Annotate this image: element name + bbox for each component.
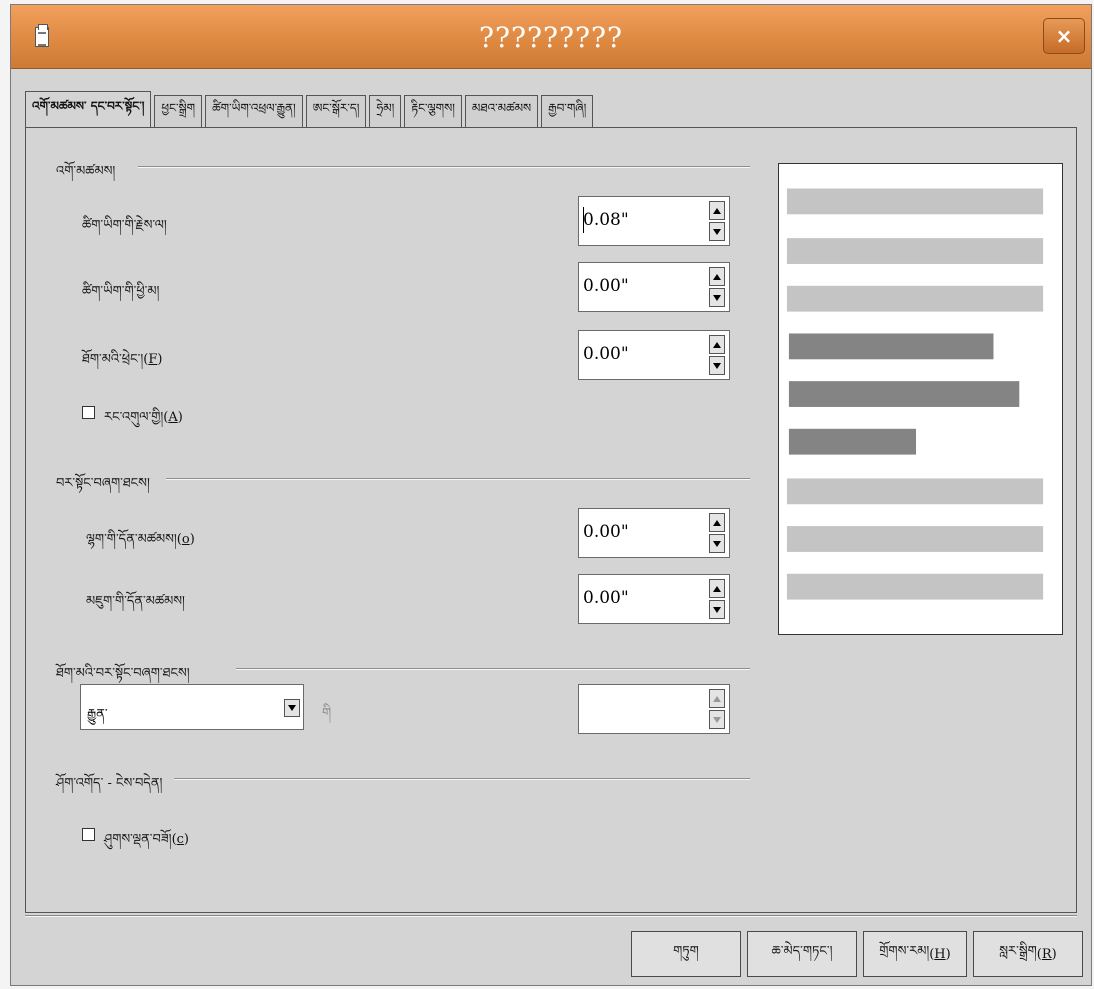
- below-paragraph-label: མཇུག་གི་དོན་མཚམས།: [86, 594, 185, 609]
- reset-button[interactable]: སླར་སྒྲིག(R): [973, 931, 1083, 977]
- tab-numbering[interactable]: ཨང་སྒོར་ད།: [305, 95, 367, 127]
- preview-line: [786, 526, 1044, 552]
- tab-background[interactable]: རྒྱབ་གཞི།: [541, 95, 594, 127]
- below-paragraph-spinner[interactable]: 0.00": [578, 574, 730, 624]
- line-spacing-select[interactable]: རྒྱུན་: [80, 684, 304, 730]
- before-text-value[interactable]: 0.08": [583, 210, 629, 230]
- help-button[interactable]: གྲོགས་རམ།(H): [863, 931, 967, 977]
- above-paragraph-label: ལྷག་གི་དོན་མཚམས།(o): [86, 532, 195, 547]
- of-label: གི: [322, 706, 332, 721]
- after-text-value[interactable]: 0.00": [583, 276, 629, 296]
- window-title: ?????????: [478, 21, 624, 54]
- paragraph-dialog: ????????? × འགོ་མཚམས་ དང་བར་སྟོང་། ཕྱང་ས…: [10, 4, 1092, 986]
- first-line-label: ཐོག་མའི་ཕྲེང་།(F): [82, 352, 163, 367]
- decrement-button[interactable]: [709, 356, 725, 375]
- indent-heading: འགོ་མཚམས།: [56, 164, 116, 179]
- automatic-label: རང་འགུལ་གྱི།(A): [104, 410, 183, 425]
- decrement-button[interactable]: [709, 288, 725, 307]
- close-button[interactable]: ×: [1043, 18, 1085, 54]
- activate-label: ཤུགས་ལྡན་བཟོ།(c): [104, 832, 189, 847]
- preview-line: [786, 285, 1044, 312]
- activate-checkbox[interactable]: [82, 828, 95, 841]
- before-text-label: ཚིག་ཡིག་གི་རྗེས་ལ།: [82, 218, 167, 233]
- decrement-button[interactable]: [709, 534, 725, 553]
- indent-separator: [138, 166, 750, 168]
- first-line-spinner[interactable]: 0.00": [578, 330, 730, 380]
- ok-button[interactable]: གཏུག: [631, 931, 741, 977]
- first-line-value[interactable]: 0.00": [583, 344, 629, 364]
- line-spacing-spinner[interactable]: [578, 684, 730, 734]
- increment-button[interactable]: [709, 335, 725, 354]
- after-text-label: ཚིག་ཡིག་གི་ཕྱི་མ།: [82, 284, 160, 299]
- preview-line: [786, 238, 1044, 264]
- line-spacing-separator: [236, 668, 750, 670]
- tab-drop-caps[interactable]: རྟིང་ལྕགས།: [404, 95, 462, 127]
- above-paragraph-spinner[interactable]: 0.00": [578, 508, 730, 558]
- preview-line-current: [788, 333, 994, 360]
- increment-button[interactable]: [709, 579, 725, 598]
- preview-line: [786, 188, 1044, 215]
- above-paragraph-value[interactable]: 0.00": [583, 522, 629, 542]
- before-text-spinner[interactable]: 0.08": [578, 196, 730, 246]
- preview-line-current: [788, 381, 1020, 407]
- decrement-button[interactable]: [709, 600, 725, 619]
- tab-tabs[interactable]: ཧྲེམ།: [369, 95, 402, 127]
- spacing-heading: བར་སྟོང་བཞག་ཐངས།: [56, 476, 150, 491]
- decrement-button[interactable]: [709, 710, 725, 729]
- below-paragraph-value[interactable]: 0.00": [583, 588, 629, 608]
- after-text-spinner[interactable]: 0.00": [578, 262, 730, 312]
- increment-button[interactable]: [709, 689, 725, 708]
- increment-button[interactable]: [709, 513, 725, 532]
- register-heading: ཤོག་འགོད་ - ངེས་བདེན།: [56, 776, 163, 791]
- line-spacing-selected: རྒྱུན་: [87, 707, 108, 722]
- title-bar[interactable]: ????????? ×: [11, 5, 1091, 69]
- tab-bar: འགོ་མཚམས་ དང་བར་སྟོང་། ཕྱང་སྒྲིག ཚིག་ཡིག…: [25, 91, 596, 127]
- automatic-checkbox[interactable]: [82, 406, 95, 419]
- button-separator: [25, 915, 1077, 917]
- tab-alignment[interactable]: ཕྱང་སྒྲིག: [154, 95, 203, 127]
- increment-button[interactable]: [709, 267, 725, 286]
- tab-text-flow[interactable]: ཚིག་ཡིག་འཕྲལ་རྒྱུན།: [205, 95, 303, 127]
- preview-line: [786, 573, 1044, 600]
- tab-borders[interactable]: མཐའ་མཚམས: [464, 95, 539, 127]
- paragraph-preview: [778, 163, 1063, 635]
- preview-line-current: [788, 428, 917, 455]
- cancel-button[interactable]: ཆ་མེད་གཏང་།: [747, 931, 857, 977]
- increment-button[interactable]: [709, 201, 725, 220]
- register-separator: [174, 778, 750, 780]
- tab-indents-spacing[interactable]: འགོ་མཚམས་ དང་བར་སྟོང་།: [25, 91, 152, 127]
- preview-line: [786, 478, 1044, 505]
- spacing-separator: [166, 478, 750, 480]
- chevron-down-icon[interactable]: [284, 699, 300, 717]
- decrement-button[interactable]: [709, 222, 725, 241]
